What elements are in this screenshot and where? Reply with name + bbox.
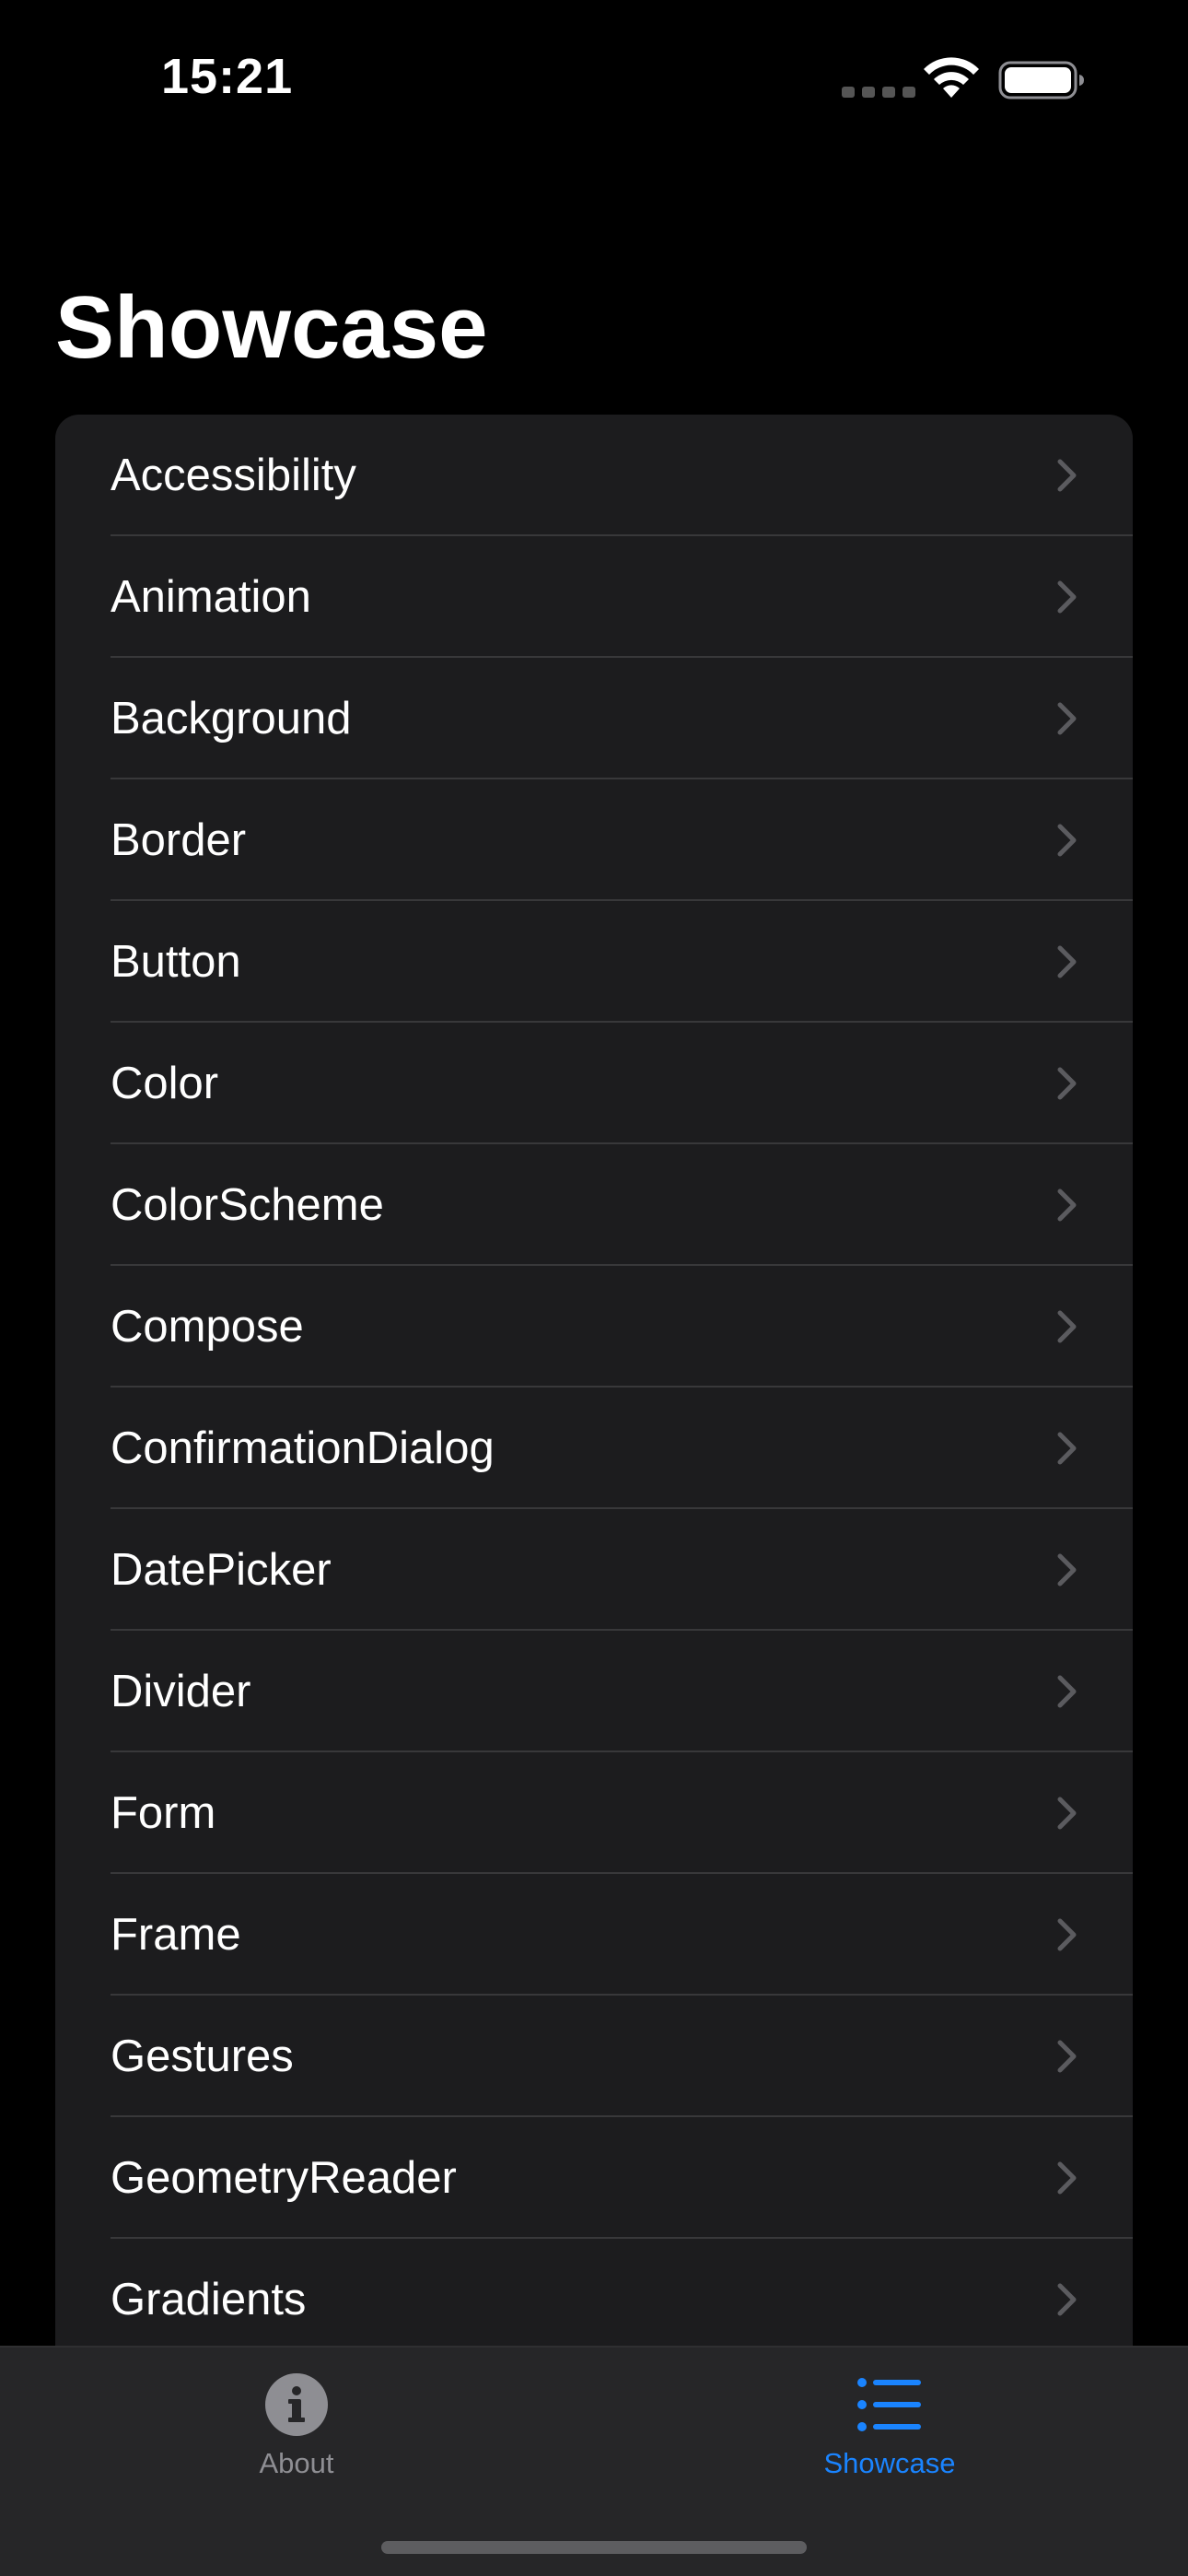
chevron-right-icon	[1057, 2283, 1077, 2316]
chevron-right-icon	[1057, 580, 1077, 614]
list-item[interactable]: Form	[55, 1752, 1133, 1874]
list-item[interactable]: Accessibility	[55, 415, 1133, 536]
list-item[interactable]: Animation	[55, 536, 1133, 658]
status-time: 15:21	[161, 49, 294, 104]
showcase-list: Accessibility Animation Background Border Bu…	[55, 415, 1133, 2576]
list-item-label: Compose	[111, 1302, 304, 1352]
list-item[interactable]: Gradients	[55, 2239, 1133, 2360]
list-item-label: Accessibility	[111, 451, 356, 500]
list-item-label: Form	[111, 1788, 216, 1838]
chevron-right-icon	[1057, 945, 1077, 978]
tab-showcase[interactable]: Showcase	[705, 2348, 1074, 2513]
list-item[interactable]: Gestures	[55, 1996, 1133, 2117]
wifi-icon	[924, 57, 979, 98]
list-item-label: ColorScheme	[111, 1180, 384, 1230]
cellular-signal-icon	[842, 87, 915, 98]
chevron-right-icon	[1057, 1675, 1077, 1708]
list-item[interactable]: Frame	[55, 1874, 1133, 1996]
list-item[interactable]: ConfirmationDialog	[55, 1388, 1133, 1509]
list-bullet-icon	[857, 2378, 921, 2431]
list-item-label: Border	[111, 815, 247, 865]
battery-icon	[998, 61, 1084, 100]
list-item[interactable]: ColorScheme	[55, 1144, 1133, 1266]
tab-showcase-label: Showcase	[823, 2447, 956, 2479]
page-title: Showcase	[55, 278, 488, 377]
list-item-label: Background	[111, 694, 352, 744]
list-item-label: Gradients	[111, 2275, 307, 2324]
home-indicator[interactable]	[381, 2541, 807, 2554]
list-item-label: Frame	[111, 1910, 241, 1960]
list-item[interactable]: Compose	[55, 1266, 1133, 1388]
list-item[interactable]: GeometryReader	[55, 2117, 1133, 2239]
chevron-right-icon	[1057, 2161, 1077, 2195]
chevron-right-icon	[1057, 459, 1077, 492]
list-item-label: ConfirmationDialog	[111, 1423, 495, 1473]
chevron-right-icon	[1057, 1918, 1077, 1951]
list-item-label: GeometryReader	[111, 2153, 457, 2203]
tab-about[interactable]: About	[112, 2348, 481, 2513]
chevron-right-icon	[1057, 2040, 1077, 2073]
info-circle-icon	[265, 2373, 328, 2436]
chevron-right-icon	[1057, 1067, 1077, 1100]
list-item[interactable]: DatePicker	[55, 1509, 1133, 1631]
list-item[interactable]: Background	[55, 658, 1133, 779]
list-item[interactable]: Color	[55, 1023, 1133, 1144]
chevron-right-icon	[1057, 824, 1077, 857]
status-bar: 15:21	[0, 0, 1188, 157]
chevron-right-icon	[1057, 1797, 1077, 1830]
chevron-right-icon	[1057, 1188, 1077, 1222]
list-item-label: Color	[111, 1059, 219, 1108]
list-item-label: DatePicker	[111, 1545, 332, 1595]
chevron-right-icon	[1057, 702, 1077, 735]
list-item-label: Divider	[111, 1667, 251, 1716]
chevron-right-icon	[1057, 1432, 1077, 1465]
list-item-label: Animation	[111, 572, 311, 622]
tab-about-label: About	[259, 2447, 334, 2479]
list-item-label: Gestures	[111, 2032, 294, 2081]
chevron-right-icon	[1057, 1553, 1077, 1587]
list-item[interactable]: Divider	[55, 1631, 1133, 1752]
screen: 15:21 Showcase Accessibility Animation Bac…	[0, 0, 1188, 2576]
list-item[interactable]: Border	[55, 779, 1133, 901]
list-item[interactable]: Button	[55, 901, 1133, 1023]
list-item-label: Button	[111, 937, 241, 987]
chevron-right-icon	[1057, 1310, 1077, 1343]
